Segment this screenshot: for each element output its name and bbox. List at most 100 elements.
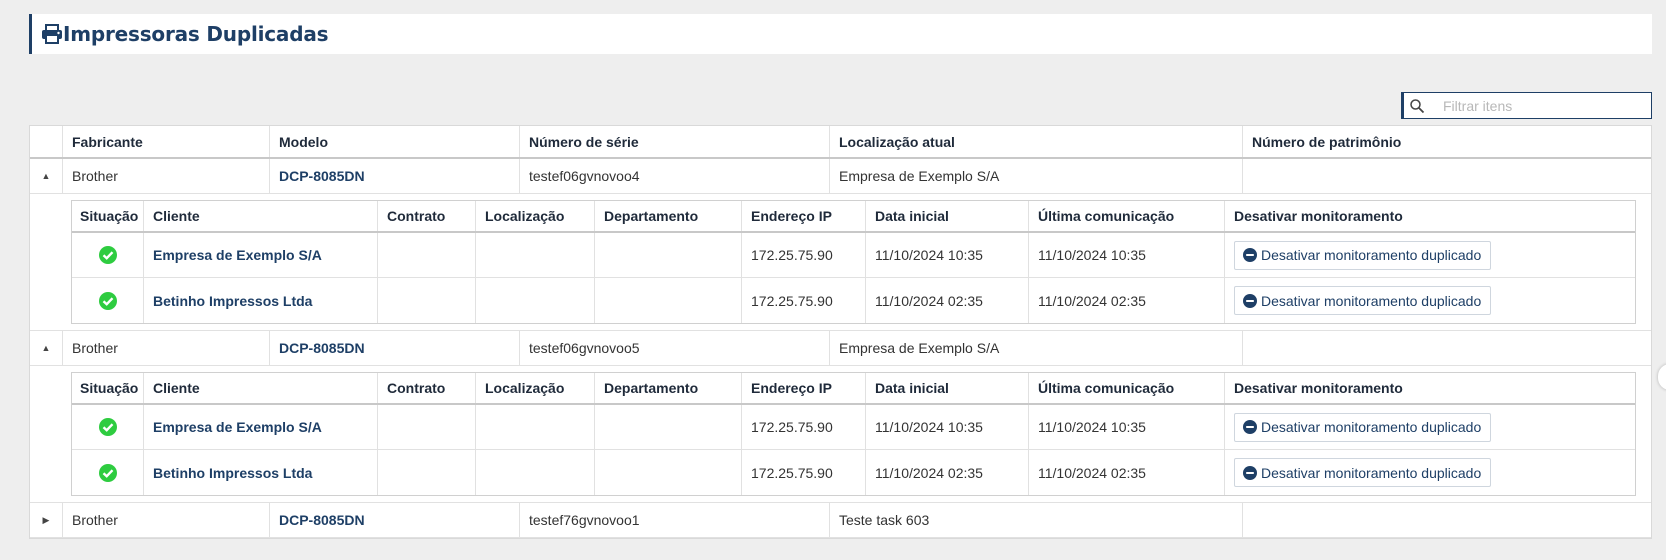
client-link[interactable]: Betinho Impressos Ltda xyxy=(144,450,378,495)
expand-toggle[interactable]: ▲ xyxy=(30,159,63,193)
printer-row[interactable]: ▶ Brother DCP-8085DN testef76gvnovoo1 Teste … xyxy=(30,503,1651,538)
detail-row: Empresa de Exemplo S/A 172.25.75.90 11/10/… xyxy=(72,233,1635,278)
action-cell: Desativar monitoramento duplicado xyxy=(1225,405,1635,449)
detail-column-header-last-communication[interactable]: Última comunicação xyxy=(1029,201,1225,231)
grid-body: ▲ Brother DCP-8085DN testef06gvnovoo4 Empres… xyxy=(30,159,1651,538)
detail-panel: Situação Cliente Contrato Localização Depart… xyxy=(30,194,1651,331)
detail-column-header-ip[interactable]: Endereço IP xyxy=(742,201,866,231)
page-header: Impressoras Duplicadas xyxy=(29,14,1652,54)
serial-cell: testef76gvnovoo1 xyxy=(520,503,830,537)
minus-circle-icon xyxy=(1243,248,1257,262)
expand-arrow-icon[interactable]: ▶ xyxy=(43,515,50,526)
disable-duplicate-monitoring-button[interactable]: Desativar monitoramento duplicado xyxy=(1234,286,1492,315)
detail-column-header-location[interactable]: Localização xyxy=(476,201,595,231)
action-cell: Desativar monitoramento duplicado xyxy=(1225,233,1635,277)
detail-row: Betinho Impressos Ltda 172.25.75.90 11/10/… xyxy=(72,278,1635,323)
client-link[interactable]: Empresa de Exemplo S/A xyxy=(144,405,378,449)
filter-input[interactable] xyxy=(1441,96,1641,115)
detail-column-header-ip[interactable]: Endereço IP xyxy=(742,373,866,403)
serial-cell: testef06gvnovoo4 xyxy=(520,159,830,193)
disable-duplicate-monitoring-button[interactable]: Desativar monitoramento duplicado xyxy=(1234,240,1492,270)
search-icon xyxy=(1410,98,1425,113)
detail-panel: Situação Cliente Contrato Localização Depart… xyxy=(30,366,1651,503)
detail-row: Empresa de Exemplo S/A 172.25.75.90 11/10/… xyxy=(72,405,1635,450)
start-date-cell: 11/10/2024 10:35 xyxy=(866,233,1029,277)
ip-cell: 172.25.75.90 xyxy=(742,450,866,495)
client-link[interactable]: Betinho Impressos Ltda xyxy=(144,278,378,323)
asset-cell xyxy=(1243,159,1651,193)
printer-row[interactable]: ▲ Brother DCP-8085DN testef06gvnovoo5 Empres… xyxy=(30,331,1651,366)
button-label: Desativar monitoramento duplicado xyxy=(1261,419,1482,435)
model-link[interactable]: DCP-8085DN xyxy=(270,503,520,537)
printer-row[interactable]: ▲ Brother DCP-8085DN testef06gvnovoo4 Empres… xyxy=(30,159,1651,194)
disable-duplicate-monitoring-button[interactable]: Desativar monitoramento duplicado xyxy=(1234,412,1492,442)
detail-column-header-location[interactable]: Localização xyxy=(476,373,595,403)
model-link[interactable]: DCP-8085DN xyxy=(270,159,520,193)
contract-cell xyxy=(378,405,476,449)
expand-toggle[interactable]: ▲ xyxy=(30,331,63,365)
department-cell xyxy=(595,278,742,323)
asset-cell xyxy=(1243,503,1651,537)
detail-column-header-start-date[interactable]: Data inicial xyxy=(866,201,1029,231)
client-link[interactable]: Empresa de Exemplo S/A xyxy=(144,233,378,277)
column-header-model[interactable]: Modelo xyxy=(270,126,520,157)
model-link[interactable]: DCP-8085DN xyxy=(270,331,520,365)
check-circle-icon xyxy=(98,246,117,264)
column-header-asset[interactable]: Número de patrimônio xyxy=(1243,126,1651,157)
start-date-cell: 11/10/2024 02:35 xyxy=(866,450,1029,495)
page-title: Impressoras Duplicadas xyxy=(63,22,329,46)
collapse-arrow-icon[interactable]: ▲ xyxy=(42,343,51,353)
detail-column-header-status[interactable]: Situação xyxy=(72,201,144,231)
department-cell xyxy=(595,450,742,495)
location-cell: Empresa de Exemplo S/A xyxy=(830,331,1243,365)
check-circle-icon xyxy=(98,418,117,436)
detail-column-header-department[interactable]: Departamento xyxy=(595,373,742,403)
start-date-cell: 11/10/2024 02:35 xyxy=(866,278,1029,323)
check-circle-icon xyxy=(98,463,117,482)
detail-column-header-contract[interactable]: Contrato xyxy=(378,373,476,403)
minus-circle-icon xyxy=(1243,420,1257,434)
grid-header-row: Fabricante Modelo Número de série Locali… xyxy=(30,126,1651,159)
action-cell: Desativar monitoramento duplicado xyxy=(1225,278,1635,323)
detail-column-header-contract[interactable]: Contrato xyxy=(378,201,476,231)
contract-cell xyxy=(378,450,476,495)
detail-header-row: Situação Cliente Contrato Localização Depart… xyxy=(72,201,1635,233)
minus-circle-icon xyxy=(1243,465,1257,480)
detail-column-header-department[interactable]: Departamento xyxy=(595,201,742,231)
detail-column-header-status[interactable]: Situação xyxy=(72,373,144,403)
filter-search-box[interactable] xyxy=(1401,92,1652,119)
detail-header-row: Situação Cliente Contrato Localização Depart… xyxy=(72,373,1635,405)
detail-column-header-disable-monitoring[interactable]: Desativar monitoramento xyxy=(1225,201,1635,231)
duplicated-printers-grid: Fabricante Modelo Número de série Locali… xyxy=(29,125,1652,539)
expand-toggle[interactable]: ▶ xyxy=(30,503,63,537)
ip-cell: 172.25.75.90 xyxy=(742,405,866,449)
status-cell xyxy=(72,405,144,449)
location-cell xyxy=(476,405,595,449)
side-panel-handle[interactable] xyxy=(1658,364,1666,390)
expand-column-header xyxy=(30,126,63,157)
location-cell xyxy=(476,278,595,323)
asset-cell xyxy=(1243,331,1651,365)
column-header-serial[interactable]: Número de série xyxy=(520,126,830,157)
detail-column-header-client[interactable]: Cliente xyxy=(144,201,378,231)
location-cell: Teste task 603 xyxy=(830,503,1243,537)
detail-column-header-client[interactable]: Cliente xyxy=(144,373,378,403)
last-communication-cell: 11/10/2024 10:35 xyxy=(1029,405,1225,449)
printer-icon xyxy=(42,24,62,44)
detail-column-header-last-communication[interactable]: Última comunicação xyxy=(1029,373,1225,403)
collapse-arrow-icon[interactable]: ▲ xyxy=(42,171,51,181)
column-header-manufacturer[interactable]: Fabricante xyxy=(63,126,270,157)
disable-duplicate-monitoring-button[interactable]: Desativar monitoramento duplicado xyxy=(1234,458,1492,487)
location-cell: Empresa de Exemplo S/A xyxy=(830,159,1243,193)
detail-column-header-start-date[interactable]: Data inicial xyxy=(866,373,1029,403)
serial-cell: testef06gvnovoo5 xyxy=(520,331,830,365)
last-communication-cell: 11/10/2024 02:35 xyxy=(1029,450,1225,495)
department-cell xyxy=(595,405,742,449)
button-label: Desativar monitoramento duplicado xyxy=(1261,292,1482,309)
contract-cell xyxy=(378,278,476,323)
status-cell xyxy=(72,450,144,495)
location-cell xyxy=(476,233,595,277)
minus-circle-icon xyxy=(1243,293,1257,308)
column-header-location[interactable]: Localização atual xyxy=(830,126,1243,157)
detail-column-header-disable-monitoring[interactable]: Desativar monitoramento xyxy=(1225,373,1635,403)
